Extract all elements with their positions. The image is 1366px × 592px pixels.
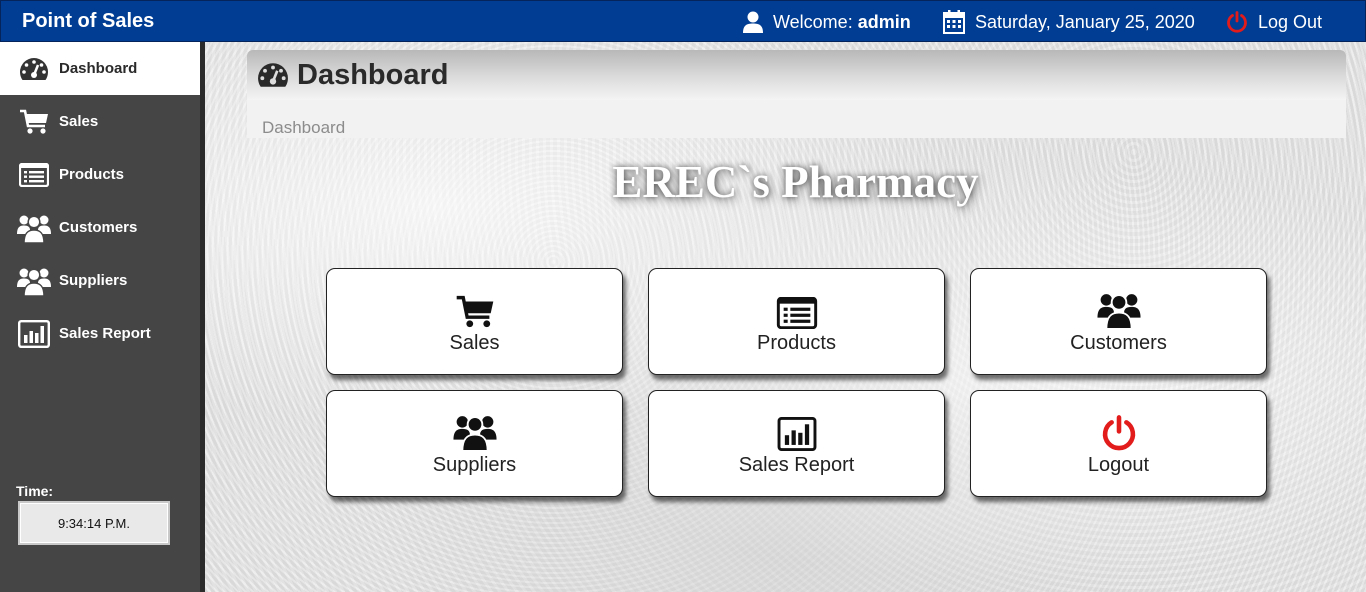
sales-report-tile-button[interactable]: Sales Report [648,390,945,497]
list-icon [776,293,818,329]
sidebar-item-label: Products [59,166,125,183]
users-icon [1096,293,1141,329]
welcome-label: Welcome: [773,11,853,32]
sidebar-item-customers[interactable]: Customers [0,201,200,254]
tile-label: Logout [1087,453,1150,476]
sidebar-item-label: Sales [59,113,99,130]
tile-label: Products [757,331,836,354]
time-label: Time: [16,483,54,499]
top-bar: Point of Sales Welcome: admin Saturday, … [0,0,1366,42]
date-display: Saturday, January 25, 2020 [943,1,1195,43]
power-icon [1227,11,1247,33]
products-tile-button[interactable]: Products [648,268,945,375]
tile-label: Sales Report [738,453,855,476]
sidebar: Dashboard Sales Products Customers Suppl… [0,42,205,592]
panel-header: Dashboard [247,50,1346,100]
welcome-user: Welcome: admin [743,1,911,43]
users-icon [13,213,55,243]
power-icon [1101,414,1137,451]
page-title: Dashboard [297,58,449,91]
tile-label: Customers [1070,331,1167,354]
sales-tile-button[interactable]: Sales [326,268,623,375]
user-icon [743,11,763,33]
dashboard-panel: Dashboard Dashboard [247,50,1346,140]
sidebar-item-suppliers[interactable]: Suppliers [0,254,200,307]
main-content: Dashboard Dashboard EREC`s Pharmacy Sale… [205,42,1366,592]
sidebar-item-sales-report[interactable]: Sales Report [0,307,200,360]
breadcrumb[interactable]: Dashboard [262,118,345,138]
sidebar-item-products[interactable]: Products [0,148,200,201]
dashboard-icon [258,63,288,87]
breadcrumb-bar: Dashboard [247,100,1346,138]
sidebar-item-label: Sales Report [59,325,151,342]
sidebar-item-label: Suppliers [59,272,128,289]
calendar-icon [943,10,965,34]
logout-label: Log Out [1258,11,1323,32]
sidebar-item-label: Customers [59,219,138,236]
tile-label: Sales [449,331,500,354]
username: admin [857,11,911,32]
list-icon [13,162,55,187]
cart-icon [455,293,495,329]
users-icon [13,266,55,296]
customers-tile-button[interactable]: Customers [970,268,1267,375]
tile-label: Suppliers [432,453,517,476]
sidebar-item-dashboard[interactable]: Dashboard [0,42,200,95]
logout-link[interactable]: Log Out [1226,1,1322,43]
sidebar-item-sales[interactable]: Sales [0,95,200,148]
suppliers-tile-button[interactable]: Suppliers [326,390,623,497]
app-title: Point of Sales [22,10,155,32]
bar-chart-icon [13,319,55,348]
bar-chart-icon [776,415,818,451]
clock-display: 9:34:14 P.M. [18,501,170,545]
sidebar-item-label: Dashboard [59,60,138,77]
pharmacy-name: EREC`s Pharmacy [612,157,979,207]
date-text: Saturday, January 25, 2020 [975,11,1195,32]
cart-icon [13,109,55,135]
logout-tile-button[interactable]: Logout [970,390,1267,497]
dashboard-icon [13,57,55,81]
users-icon [452,415,497,451]
